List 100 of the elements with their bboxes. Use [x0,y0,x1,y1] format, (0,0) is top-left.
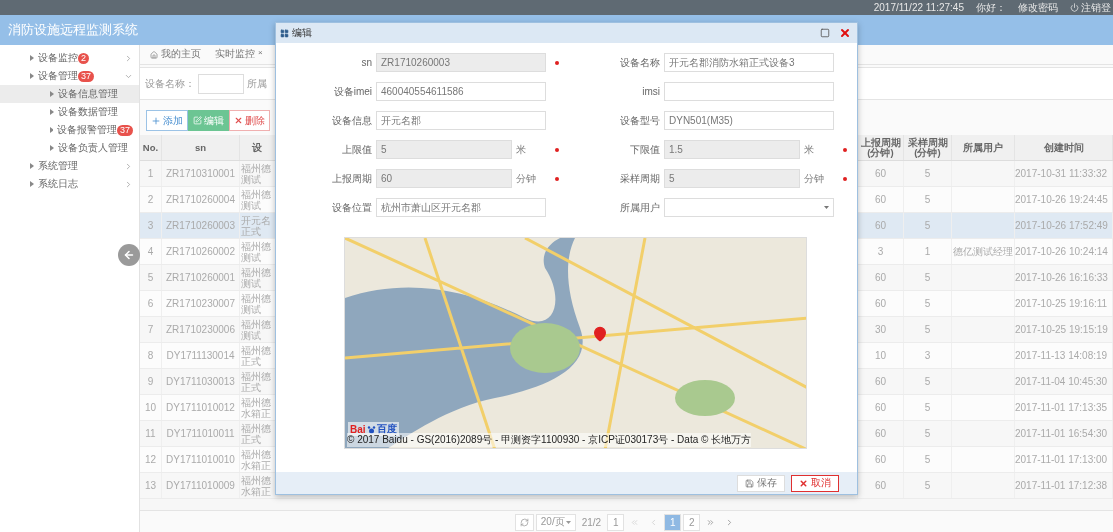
sidebar-item[interactable]: 系统管理 [0,157,139,175]
refresh-button[interactable] [514,513,534,531]
caret-down-icon [824,206,829,209]
input-field[interactable]: 开元名郡 [376,111,546,130]
row-number: 10 [140,395,162,420]
table-cell: DY1711130014 [162,343,240,368]
select-field[interactable] [664,198,834,217]
logout-link[interactable]: 注销登 [1070,0,1111,15]
field-label: 设备imei [332,84,372,99]
chevron-right-icon [124,53,133,63]
table-cell: 3 [904,343,952,368]
table-cell: 2017-11-01 16:54:30 [1015,421,1113,446]
save-icon [745,478,754,488]
edit-icon [193,116,202,125]
page-range: 21/2 [580,516,603,528]
delete-button[interactable]: 删除 [229,110,270,131]
table-cell: 2017-11-13 14:08:19 [1015,343,1113,368]
table-cell: 2017-10-25 19:16:11 [1015,291,1113,316]
sidebar-item[interactable]: 设备管理 37 [0,67,139,85]
cancel-button[interactable]: 取消 [791,474,839,492]
table-cell: 福州德 正式 [240,343,272,368]
table-cell: 5 [904,213,952,238]
refresh-icon [519,517,529,527]
input-field[interactable]: DYN501(M35) [664,111,834,130]
table-cell: 福州德 水箱正 [240,447,272,472]
input-field[interactable] [664,82,834,101]
page-tab[interactable]: 实时监控 × [215,48,263,61]
field-label: sn [360,57,372,68]
count-badge: 37 [78,70,94,82]
maximize-button[interactable] [820,28,830,38]
caret-icon [50,109,54,115]
add-button[interactable]: 添加 [146,110,188,131]
sidebar-subitem[interactable]: 设备数据管理 [0,103,139,121]
page-tab[interactable]: 我的主页 [150,48,201,61]
sidebar-subitem[interactable]: 设备报警管理 37 [0,121,139,139]
map-logo-text: 百度 [376,422,397,435]
field-label: 设备名称 [619,55,660,70]
field-label: 设备型号 [619,113,660,128]
sidebar-item[interactable]: 系统日志 [0,175,139,193]
page-button[interactable]: 2 [683,513,701,531]
home-icon [150,50,158,59]
sidebar-subitem[interactable]: 设备负责人管理 [0,139,139,157]
date-time: 2017/11/22 11:27:45 [873,2,964,13]
table-cell: ZR1710230007 [162,291,240,316]
sidebar-subitem[interactable]: 设备信息管理 [0,85,139,103]
table-cell: 2017-11-01 17:13:35 [1015,395,1113,420]
field-label: imsi [641,86,660,97]
table-cell: 福州德 测试 [240,161,272,186]
sidebar-item[interactable]: 设备监控 2 [0,49,139,67]
field-label: 所属用户 [619,200,660,215]
table-cell: 福州德 测试 [240,291,272,316]
input-field[interactable]: 460040554611586 [376,82,546,101]
change-password-link[interactable]: 修改密码 [1018,0,1058,15]
field-label: 设备名称： [145,76,195,91]
table-cell: 5 [904,291,952,316]
grid-icon [280,28,289,38]
double-chevron-right-icon [706,517,716,527]
paw-icon [366,424,376,434]
unit-label: 分钟 [804,171,825,186]
input-field[interactable]: 开元名郡消防水箱正式设备3 [664,53,834,72]
table-cell: 2017-10-26 16:16:33 [1015,265,1113,290]
tab-close[interactable]: × [258,48,263,57]
save-button[interactable]: 保存 [737,474,785,492]
field-label: 所属 [247,76,267,91]
table-cell: 福州德 测试 [240,317,272,342]
unit-label: 分钟 [516,171,537,186]
row-number: 3 [140,213,162,238]
caret-icon [30,73,34,79]
table-cell: 开元名 正式 [240,213,272,238]
arrow-left-icon [123,249,135,261]
column-header: No. [140,135,162,160]
map-panel[interactable]: Bai 百度 © 2017 Baidu - GS(2016)2089号 - 甲测资字1100930 - 京ICP证030173号 - Data © 长地万方 [344,237,807,449]
row-number: 1 [140,161,162,186]
map-pin-icon [592,326,608,342]
table-cell: ZR1710260003 [162,213,240,238]
row-number: 7 [140,317,162,342]
page-size-select[interactable]: 20/页 [535,513,576,531]
table-cell: ZR1710230006 [162,317,240,342]
table-cell: 福州德 测试 [240,187,272,212]
table-cell: ZR1710310001 [162,161,240,186]
caret-icon [30,181,34,187]
double-chevron-left-icon [630,517,640,527]
table-cell: 5 [904,473,952,498]
column-header: sn [162,135,240,160]
table-cell: 2017-10-26 17:52:49 [1015,213,1113,238]
table-cell: 5 [904,187,952,212]
page-input[interactable]: 1 [607,513,625,531]
dialog-title: 编辑 [292,26,312,40]
table-cell: 5 [904,447,952,472]
caret-icon [50,91,54,97]
field-label: 下限值 [629,142,660,157]
table-cell: ZR1710260002 [162,239,240,264]
close-button[interactable] [839,27,851,39]
power-icon [1070,3,1079,12]
caret-icon [30,163,34,169]
search-field[interactable] [198,73,244,94]
map-logo-text: Bai [350,423,366,435]
input-field[interactable]: 杭州市萧山区开元名郡 [376,198,546,217]
greeting-text: 你好： [976,0,1006,15]
row-number: 2 [140,187,162,212]
